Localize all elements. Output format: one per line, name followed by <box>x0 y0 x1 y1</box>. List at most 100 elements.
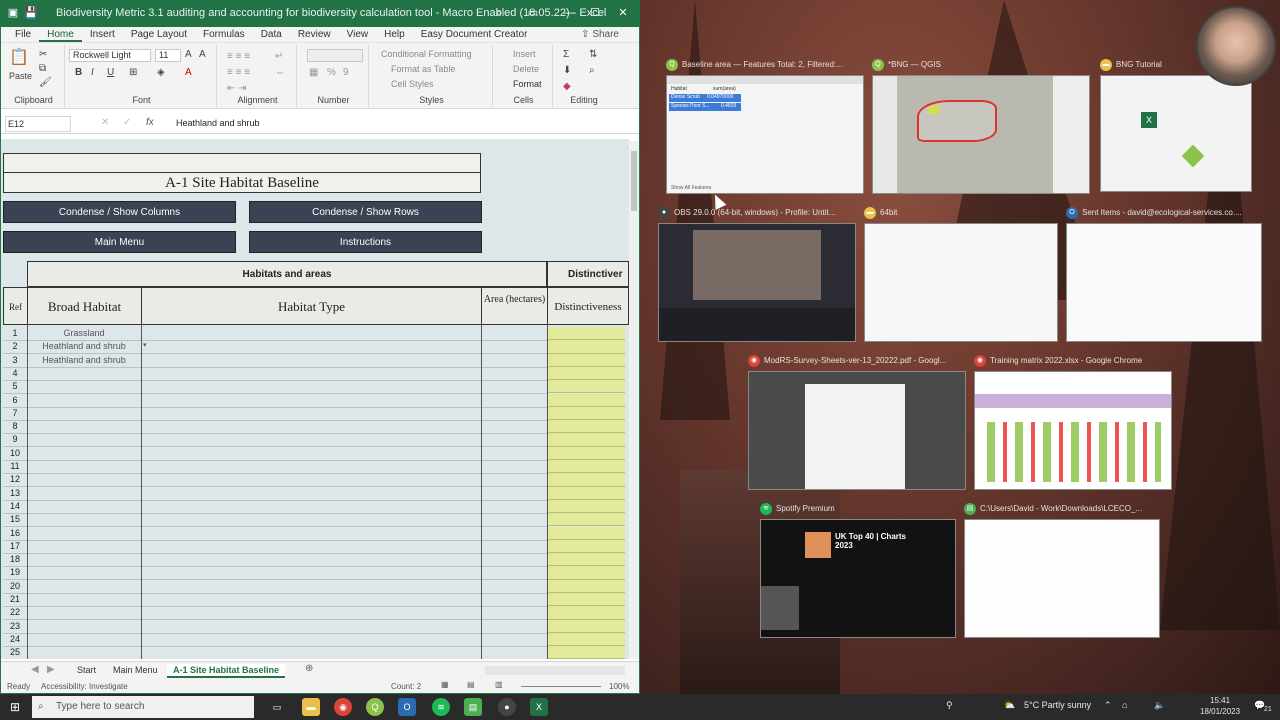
merge-icon[interactable]: ⇔ <box>275 67 285 78</box>
row-broad-habitat[interactable]: Heathland and shrub <box>28 340 140 353</box>
table-row[interactable]: 11 <box>1 460 629 474</box>
format-cells-button[interactable]: Format <box>513 79 542 89</box>
table-row[interactable]: 9 <box>1 433 629 448</box>
taskview-qgis-map[interactable]: Q *BNG — QGIS <box>872 58 1090 194</box>
qgis-taskbar-icon[interactable]: Q <box>366 698 384 716</box>
row-distinctiveness[interactable] <box>548 566 625 580</box>
tray-overflow-icon[interactable]: ⌃ <box>1104 700 1112 711</box>
cell-styles-button[interactable]: Cell Styles <box>391 79 434 89</box>
excel-file-taskbar-icon[interactable]: ▤ <box>464 698 482 716</box>
spotify-taskbar-icon[interactable]: ≋ <box>432 698 450 716</box>
fill-icon[interactable]: ⬇ <box>563 65 571 76</box>
table-row[interactable]: 13 <box>1 486 629 501</box>
font-size-select[interactable]: 11 <box>155 49 181 62</box>
formula-input[interactable]: Heathland and shrub <box>176 118 260 128</box>
tab-formulas[interactable]: Formulas <box>195 27 253 42</box>
sheet-tab-start[interactable]: Start <box>71 664 102 676</box>
table-row[interactable]: 19 <box>1 566 629 581</box>
close-icon[interactable]: ✕ <box>615 5 631 21</box>
autosum-icon[interactable]: Σ <box>563 49 569 60</box>
vertical-scrollbar[interactable] <box>629 141 639 659</box>
table-row[interactable]: 15 <box>1 513 629 528</box>
table-row[interactable]: 16 <box>1 526 629 541</box>
sheet-tab-site-habitat-baseline[interactable]: A-1 Site Habitat Baseline <box>167 664 286 678</box>
page-break-view-icon[interactable]: ▥ <box>495 680 503 689</box>
taskview-explorer[interactable]: ▤ C:\Users\David - Work\Downloads\LCECO_… <box>964 502 1160 638</box>
table-row[interactable]: 3 Heathland and shrub <box>1 353 629 368</box>
zoom-level[interactable]: 100% <box>609 682 629 691</box>
borders-icon[interactable]: ⊞ <box>129 67 137 78</box>
tab-insert[interactable]: Insert <box>82 27 123 42</box>
autosave-icon[interactable]: ▣ <box>5 5 21 21</box>
table-row[interactable]: 22 <box>1 606 629 621</box>
tab-home[interactable]: Home <box>39 27 82 42</box>
increase-font-icon[interactable]: A <box>185 49 192 60</box>
volume-icon[interactable]: 🔈 <box>1154 700 1165 711</box>
table-row[interactable]: 24 <box>1 632 629 647</box>
maximize-icon[interactable]: ☐ <box>587 5 603 21</box>
row-distinctiveness[interactable] <box>548 433 625 447</box>
windows-start-icon[interactable]: ⊞ <box>6 698 24 716</box>
taskview-obs[interactable]: ● OBS 29.0.0 (64-bit, windows) - Profile… <box>658 206 856 342</box>
indent-icon[interactable]: ⇤ ⇥ <box>227 83 247 94</box>
minimize-icon[interactable]: — <box>561 5 577 21</box>
underline-icon[interactable]: U <box>107 67 114 78</box>
tab-view[interactable]: View <box>339 27 377 42</box>
row-distinctiveness[interactable] <box>548 579 625 593</box>
row-distinctiveness[interactable] <box>548 553 625 567</box>
zoom-slider[interactable] <box>521 686 601 687</box>
row-distinctiveness[interactable] <box>548 460 625 474</box>
taskview-chrome-xlsx[interactable]: ◉ Training matrix 2022.xlsx - Google Chr… <box>974 354 1172 490</box>
worksheet-grid[interactable]: A-1 Site Habitat Baseline Condense / Sho… <box>1 139 629 659</box>
taskview-qgis-table[interactable]: Q Baseline area — Features Total: 2, Fil… <box>666 58 864 194</box>
share-button[interactable]: ⇪ Share <box>581 29 619 40</box>
wrap-text-icon[interactable]: ↵ <box>275 51 283 62</box>
table-row[interactable]: 1 Grassland <box>1 327 629 341</box>
table-row[interactable]: 6 <box>1 393 629 408</box>
task-view-icon[interactable]: ▭ <box>268 698 286 716</box>
cancel-icon[interactable]: ✕ <box>101 117 109 128</box>
sheet-tab-main-menu[interactable]: Main Menu <box>107 664 164 676</box>
format-as-table-button[interactable]: Format as Table <box>391 64 455 74</box>
table-row[interactable]: 4 <box>1 366 629 381</box>
ribbon-display-icon[interactable]: ▭ <box>525 5 541 21</box>
enter-icon[interactable]: ✓ <box>123 117 131 128</box>
align-left-icon[interactable]: ≡ ≡ ≡ <box>227 67 250 78</box>
excel-window[interactable]: ▣ 💾 Biodiversity Metric 3.1 auditing and… <box>0 0 640 694</box>
row-distinctiveness[interactable] <box>548 593 625 607</box>
tab-review[interactable]: Review <box>290 27 339 42</box>
row-distinctiveness[interactable] <box>548 539 625 554</box>
tab-help[interactable]: Help <box>376 27 413 42</box>
instructions-button[interactable]: Instructions <box>249 231 482 253</box>
file-explorer-icon[interactable]: ▬ <box>302 698 320 716</box>
font-name-select[interactable]: Rockwell Light <box>69 49 151 62</box>
table-row[interactable]: 23 <box>1 619 629 634</box>
name-box[interactable]: E12 <box>5 116 71 132</box>
copy-icon[interactable]: ⧉ <box>39 63 46 74</box>
tab-easy-document-creator[interactable]: Easy Document Creator <box>413 27 536 42</box>
row-distinctiveness[interactable] <box>548 513 625 527</box>
row-distinctiveness[interactable] <box>548 420 625 434</box>
normal-view-icon[interactable]: ▦ <box>441 680 449 689</box>
row-distinctiveness[interactable] <box>548 619 625 633</box>
network-icon[interactable]: ⌂ <box>1122 700 1127 710</box>
condense-columns-button[interactable]: Condense / Show Columns <box>3 201 236 223</box>
format-painter-icon[interactable]: 🖌 <box>39 77 52 88</box>
add-sheet-icon[interactable]: ⊕ <box>305 663 313 674</box>
delete-cells-button[interactable]: Delete <box>513 64 539 74</box>
tab-data[interactable]: Data <box>253 27 290 42</box>
table-row[interactable]: 8 <box>1 420 629 435</box>
tab-page-layout[interactable]: Page Layout <box>123 27 195 42</box>
row-distinctiveness[interactable] <box>548 473 625 487</box>
people-icon[interactable]: ⚲ <box>946 700 953 711</box>
row-distinctiveness[interactable] <box>548 632 625 647</box>
row-distinctiveness[interactable] <box>548 340 625 354</box>
next-sheet-icon[interactable]: ▶ <box>47 664 55 675</box>
table-row[interactable]: 5 <box>1 380 629 395</box>
clock-date[interactable]: 18/01/2023 <box>1200 707 1240 716</box>
row-broad-habitat[interactable]: Heathland and shrub <box>28 354 140 367</box>
table-row[interactable]: 7 <box>1 406 629 421</box>
row-distinctiveness[interactable] <box>548 393 625 407</box>
main-menu-button[interactable]: Main Menu <box>3 231 236 253</box>
weather-label[interactable]: 5°C Partly sunny <box>1024 700 1091 710</box>
